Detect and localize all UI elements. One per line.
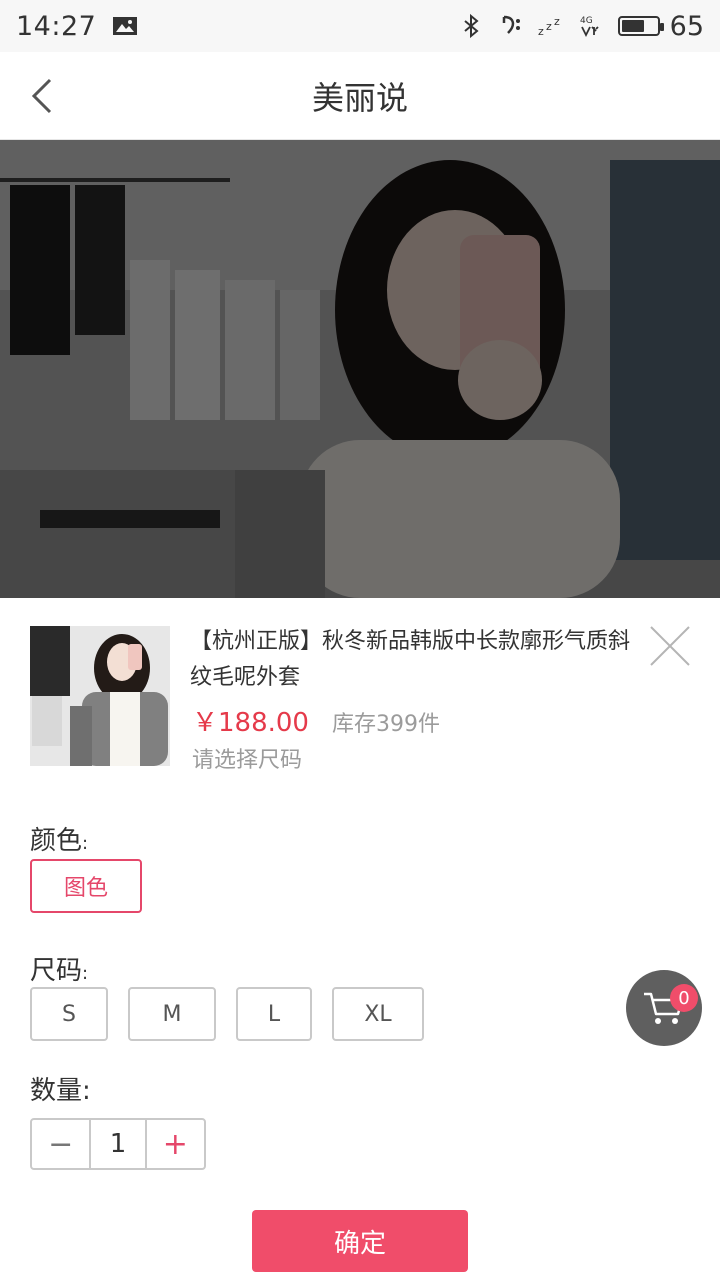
color-option-label: 图色 [63,876,108,901]
sleep-icon: z z z [538,15,560,38]
size-option-label: XL [364,1001,392,1027]
status-time: 14:27 [16,10,97,42]
quantity-decrease-button[interactable]: − [32,1120,89,1168]
size-option-xl[interactable]: XL [332,987,424,1041]
svg-text:z: z [546,20,552,33]
top-navigation-bar: 美丽说 [0,52,720,140]
thumbnail-photo [30,626,170,766]
close-icon [650,626,690,666]
status-bar: 14:27 z z z 4G 65 [0,0,720,52]
size-option-label: L [267,1001,281,1027]
quantity-label: 数量: [30,1076,91,1106]
size-option-label: S [62,1001,76,1027]
size-label: 尺码: [30,950,88,987]
bluetooth-icon [464,13,479,39]
cart-count-badge: 0 [670,984,698,1012]
close-button[interactable] [648,624,692,668]
color-label-colon: : [82,833,89,854]
size-option-label: M [162,1001,182,1027]
battery-percent: 65 [669,10,704,42]
page-title: 美丽说 [311,78,408,117]
select-size-hint: 请选择尺码 [192,748,303,773]
color-label: 颜色: [30,820,88,857]
size-label-colon: : [82,963,89,984]
size-label-text: 尺码 [30,956,83,986]
quantity-increase-button[interactable]: + [147,1120,204,1168]
size-option-s[interactable]: S [30,987,108,1041]
chevron-left-icon [31,78,52,114]
back-button[interactable] [24,74,60,118]
image-icon [113,17,138,35]
hero-overlay [0,140,720,598]
svg-text:z: z [554,15,560,28]
color-label-text: 颜色 [30,826,83,856]
quantity-value[interactable]: 1 [89,1120,147,1168]
quantity-stepper: − 1 + [30,1118,206,1170]
svg-text:4G: 4G [580,16,593,26]
product-price: ￥188.00 [192,708,309,738]
product-hero-image [0,140,720,598]
signal-icon [502,15,520,34]
product-name: 【杭州正版】秋冬新品韩版中长款廓形气质斜纹毛呢外套 [190,629,631,690]
color-option-tuse[interactable]: 图色 [30,859,142,913]
battery-indicator: 65 [617,10,704,42]
confirm-button[interactable]: 确定 [252,1210,468,1272]
sku-selection-sheet: 【杭州正版】秋冬新品韩版中长款廓形气质斜纹毛呢外套 ￥188.00 库存399件… [0,598,720,1280]
product-thumbnail [30,626,170,766]
battery-icon [617,16,664,36]
battery-level-fill [621,20,644,32]
stock-count: 库存399件 [332,712,440,737]
size-option-m[interactable]: M [128,987,216,1041]
size-option-l[interactable]: L [236,987,312,1041]
svg-text:z: z [538,25,544,38]
4g-icon: 4G [580,16,599,38]
